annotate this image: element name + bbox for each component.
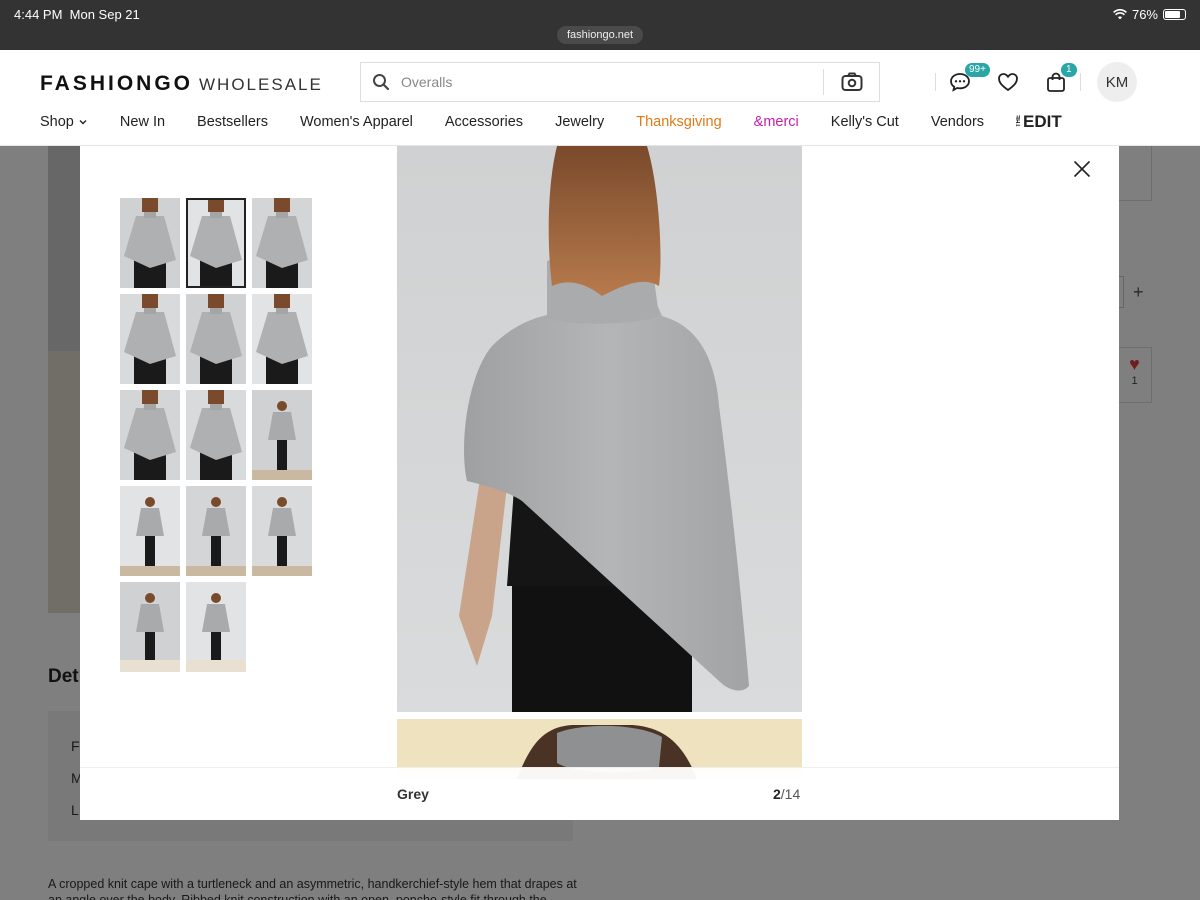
gallery-thumbnail[interactable]	[186, 294, 246, 384]
site-header: FASHIONGOWHOLESALE 99+ 1 KM Shop New In …	[0, 50, 1200, 146]
gallery-thumbnail[interactable]	[252, 198, 312, 288]
main-nav: Shop New In Bestsellers Women's Apparel …	[40, 112, 1062, 132]
nav-thanksgiving[interactable]: Thanksgiving	[636, 114, 721, 132]
battery-icon	[1163, 9, 1186, 20]
avatar[interactable]: KM	[1097, 62, 1137, 102]
gallery-thumbnail[interactable]	[252, 294, 312, 384]
site-logo[interactable]: FASHIONGO WHOLESALE	[40, 72, 323, 96]
url-pill[interactable]: fashiongo.net	[557, 26, 644, 44]
heart-icon	[998, 73, 1018, 92]
status-time: 4:44 PM Mon Sep 21	[14, 7, 140, 22]
nav-jewelry[interactable]: Jewelry	[555, 114, 604, 132]
ios-status-bar: 4:44 PM Mon Sep 21 fashiongo.net 76%	[0, 0, 1200, 50]
nav-new-in[interactable]: New In	[120, 114, 165, 132]
wishlist-button[interactable]	[984, 60, 1032, 104]
gallery-thumbnail[interactable]	[186, 198, 246, 288]
gallery-thumbnail[interactable]	[186, 390, 246, 480]
gallery-thumbnail[interactable]	[252, 486, 312, 576]
image-counter: 2/14	[773, 786, 801, 802]
wifi-icon	[1113, 9, 1127, 20]
gallery-thumbnail[interactable]	[186, 486, 246, 576]
search-bar	[360, 62, 880, 102]
nav-shop[interactable]: Shop	[40, 114, 88, 132]
nav-merci[interactable]: &merci	[754, 114, 799, 132]
gallery-thumbnail[interactable]	[252, 390, 312, 480]
main-product-image[interactable]	[397, 146, 802, 712]
nav-bestsellers[interactable]: Bestsellers	[197, 114, 268, 132]
thumbnail-grid	[120, 198, 312, 672]
gallery-thumbnail[interactable]	[120, 294, 180, 384]
close-button[interactable]	[1069, 156, 1095, 182]
search-icon[interactable]	[361, 73, 401, 91]
camera-search-icon[interactable]	[823, 69, 879, 95]
divider	[1080, 73, 1081, 91]
header-icons: 99+ 1 KM	[935, 60, 1137, 104]
search-input[interactable]	[401, 74, 823, 90]
cart-badge: 1	[1061, 63, 1077, 77]
gallery-caption-bar: Grey 2/14	[80, 767, 1119, 820]
image-gallery-modal: Grey 2/14	[80, 146, 1119, 820]
messages-button[interactable]: 99+	[936, 60, 990, 104]
gallery-thumbnail[interactable]	[120, 582, 180, 672]
close-icon	[1073, 160, 1091, 178]
gallery-thumbnail[interactable]	[120, 390, 180, 480]
gallery-thumbnail[interactable]	[120, 198, 180, 288]
nav-vendors[interactable]: Vendors	[931, 114, 984, 132]
status-right: 76%	[1113, 7, 1186, 22]
chevron-down-icon	[79, 120, 87, 125]
cart-button[interactable]: 1	[1032, 60, 1080, 104]
gallery-thumbnail[interactable]	[186, 582, 246, 672]
gallery-thumbnail[interactable]	[120, 486, 180, 576]
nav-womens-apparel[interactable]: Women's Apparel	[300, 114, 413, 132]
nav-accessories[interactable]: Accessories	[445, 114, 523, 132]
nav-kellys-cut[interactable]: Kelly's Cut	[831, 114, 899, 132]
color-name: Grey	[397, 786, 429, 802]
battery-percent: 76%	[1131, 7, 1158, 22]
nav-the-edit[interactable]: THEEDIT	[1016, 112, 1062, 132]
